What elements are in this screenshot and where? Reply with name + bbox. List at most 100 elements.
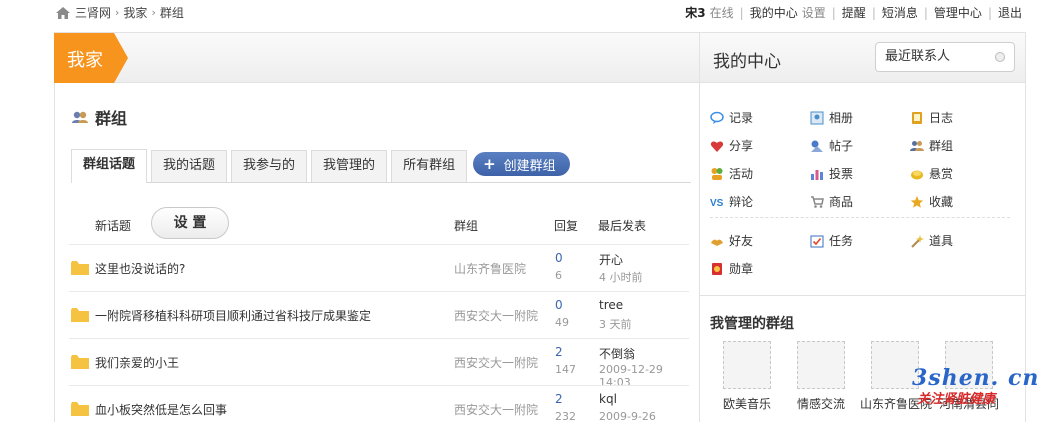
dropdown-knob-icon (995, 52, 1005, 62)
topic-title[interactable]: 这里也没说话的? (95, 260, 185, 277)
sidebar-header: 我的中心 最近联系人 (700, 33, 1025, 83)
topic-title[interactable]: 血小板突然低是怎么回事 (95, 401, 227, 418)
reward-icon (911, 170, 923, 179)
reminders-link[interactable]: 提醒 (842, 4, 866, 21)
table-row: 这里也没说话的? 山东齐鲁医院 0 6 开心 4 小时前 (69, 244, 689, 291)
app-goods[interactable]: 商品 (810, 193, 853, 210)
chat-bubble-icon (710, 111, 724, 124)
group-name: 情感交流 (796, 397, 845, 411)
sidebar: 我的中心 最近联系人 记录 相册 日志 分享 帖子 群组 活动 投票 悬赏 VS… (699, 32, 1026, 422)
managed-group-item[interactable]: 情感交流 (786, 341, 856, 412)
app-record[interactable]: 记录 (710, 109, 753, 126)
managed-groups-title: 我管理的群组 (710, 316, 794, 332)
site-watermark: 3shen. cn 关注肾脏健康 (912, 365, 1042, 407)
recent-contacts-dropdown[interactable]: 最近联系人 (875, 42, 1015, 72)
vote-chart-icon (811, 169, 823, 180)
tab-managed[interactable]: 我管理的 (311, 150, 388, 182)
group-thumbnail (797, 341, 845, 389)
topic-last-author[interactable]: 开心 (599, 251, 623, 268)
medal-icon (712, 262, 722, 275)
journal-icon (912, 111, 922, 124)
topic-views: 49 (555, 316, 569, 329)
admin-center-link[interactable]: 管理中心 (934, 4, 982, 21)
plus-icon: + (483, 155, 496, 173)
col-group: 群组 (454, 219, 479, 233)
col-last-post: 最后发表 (598, 219, 647, 233)
topic-last-time: 3 天前 (599, 318, 632, 331)
messages-link[interactable]: 短消息 (882, 4, 918, 21)
app-journal[interactable]: 日志 (910, 109, 953, 126)
post-icon (811, 140, 823, 152)
app-share[interactable]: 分享 (710, 137, 753, 154)
tab-group-topics[interactable]: 群组话题 (71, 149, 148, 183)
topic-group[interactable]: 山东齐鲁医院 (454, 260, 526, 277)
top-links: 宋3 在线 | 我的中心 设置 | 提醒 | 短消息 | 管理中心 | 退出 (685, 4, 1022, 21)
group-thumbnail (723, 341, 771, 389)
app-album[interactable]: 相册 (810, 109, 853, 126)
topic-title[interactable]: 一附院肾移植科科研项目顺利通过省科技厅成果鉴定 (95, 307, 371, 324)
home-tab[interactable]: 我家 (54, 33, 128, 83)
app-debate[interactable]: VS 辩论 (710, 193, 753, 210)
app-posts[interactable]: 帖子 (810, 137, 853, 154)
group-icon (910, 140, 924, 151)
recent-contacts-label: 最近联系人 (885, 49, 951, 64)
folder-icon (71, 308, 89, 322)
my-center-link[interactable]: 我的中心 (750, 4, 798, 21)
topic-views: 232 (555, 410, 576, 422)
app-tasks[interactable]: 任务 (810, 232, 853, 249)
app-groups[interactable]: 群组 (910, 137, 953, 154)
table-header: 新话题 设 置 群组 回复 最后发表 (71, 205, 691, 245)
home-icon[interactable] (55, 6, 71, 20)
topic-group[interactable]: 西安交大一附院 (454, 354, 538, 371)
topic-views: 147 (555, 363, 576, 376)
topic-replies[interactable]: 0 (555, 298, 563, 312)
app-props[interactable]: 道具 (910, 232, 953, 249)
logout-link[interactable]: 退出 (998, 4, 1022, 21)
sidebar-title: 我的中心 (713, 52, 781, 72)
svg-text:VS: VS (710, 198, 724, 209)
app-friends[interactable]: 好友 (710, 232, 753, 249)
tab-my-topics[interactable]: 我的话题 (151, 150, 228, 182)
tab-participated[interactable]: 我参与的 (231, 150, 308, 182)
managed-group-item[interactable]: 欧美音乐 (712, 341, 782, 412)
topic-replies[interactable]: 2 (555, 392, 563, 406)
tab-all-groups[interactable]: 所有群组 (391, 150, 468, 182)
table-row: 一附院肾移植科科研项目顺利通过省科技厅成果鉴定 西安交大一附院 0 49 tre… (69, 291, 689, 338)
activity-icon (711, 167, 723, 180)
topic-last-author[interactable]: 不倒翁 (599, 345, 635, 362)
app-favorites[interactable]: 收藏 (910, 193, 953, 210)
vs-icon: VS (710, 198, 724, 209)
col-new-topic: 新话题 (95, 219, 132, 233)
breadcrumb-site[interactable]: 三肾网 (75, 4, 111, 21)
top-bar: 三肾网 › 我家 › 群组 宋3 在线 | 我的中心 设置 | 提醒 | 短消息… (0, 0, 1046, 24)
topic-last-author[interactable]: kql (599, 392, 617, 406)
topic-group[interactable]: 西安交大一附院 (454, 307, 538, 324)
magic-wand-icon (911, 234, 924, 248)
create-group-button[interactable]: + 创建群组 (473, 152, 570, 176)
col-replies: 回复 (554, 219, 579, 233)
topic-last-time: 2009-9-26 16:09 (599, 410, 656, 422)
topic-title[interactable]: 我们亲爱的小王 (95, 354, 179, 371)
settings-button[interactable]: 设 置 (151, 207, 229, 239)
create-group-label: 创建群组 (503, 158, 556, 174)
photo-album-icon (810, 111, 824, 124)
online-status: 在线 (709, 6, 734, 20)
username-link[interactable]: 宋3 (685, 4, 705, 21)
app-medals[interactable]: 勋章 (710, 260, 753, 277)
topic-replies[interactable]: 2 (555, 345, 563, 359)
topic-replies[interactable]: 0 (555, 251, 563, 265)
app-vote[interactable]: 投票 (810, 165, 853, 182)
tab-bar: 群组话题 我的话题 我参与的 我管理的 所有群组 + 创建群组 (71, 149, 691, 183)
breadcrumb: 三肾网 › 我家 › 群组 (55, 4, 184, 21)
topic-group[interactable]: 西安交大一附院 (454, 401, 538, 418)
breadcrumb-home[interactable]: 我家 (123, 4, 147, 21)
main-header: 我家 (54, 33, 699, 83)
page-title-text: 群组 (95, 109, 128, 128)
topic-last-author[interactable]: tree (599, 298, 623, 312)
settings-link[interactable]: 设置 (802, 4, 826, 21)
app-activity[interactable]: 活动 (710, 165, 753, 182)
chevron-right-icon: › (115, 6, 120, 19)
topic-last-time: 4 小时前 (599, 271, 643, 284)
task-icon (810, 235, 824, 247)
app-reward[interactable]: 悬赏 (910, 165, 953, 182)
